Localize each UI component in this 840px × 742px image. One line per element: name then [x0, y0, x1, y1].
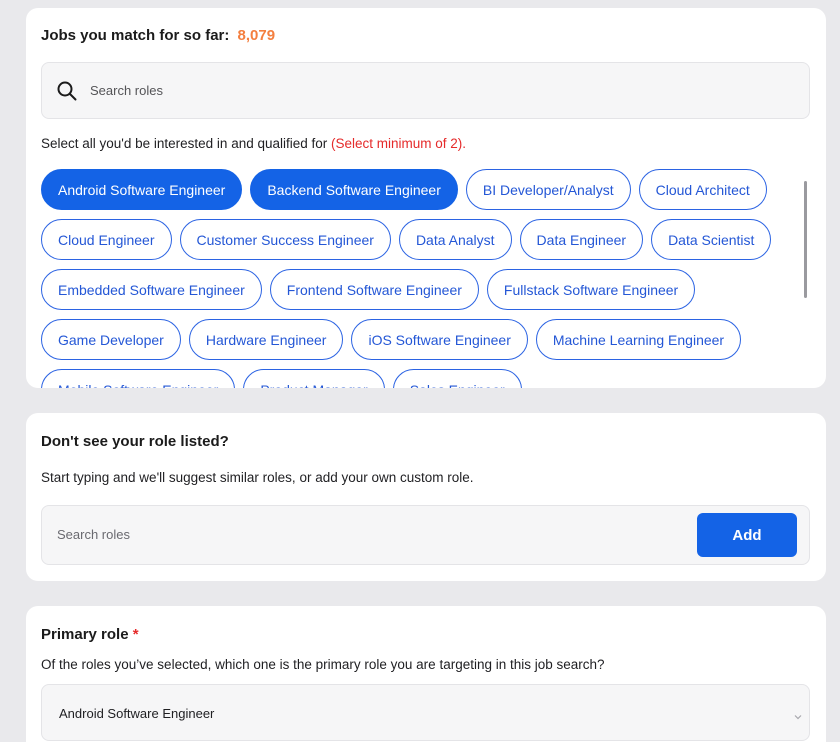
- role-chip[interactable]: Customer Success Engineer: [179, 219, 391, 260]
- selection-instruction: Select all you'd be interested in and qu…: [41, 136, 466, 151]
- required-asterisk: *: [132, 626, 139, 643]
- role-chip[interactable]: Machine Learning Engineer: [535, 319, 742, 360]
- role-chip[interactable]: Game Developer: [41, 319, 181, 360]
- primary-role-card: Primary role * Of the roles you’ve selec…: [26, 606, 826, 742]
- custom-role-description: Start typing and we'll suggest similar r…: [41, 470, 474, 485]
- role-chip[interactable]: Data Analyst: [398, 219, 512, 260]
- role-chip[interactable]: Embedded Software Engineer: [41, 269, 262, 310]
- role-chip[interactable]: Frontend Software Engineer: [269, 269, 479, 310]
- primary-role-value[interactable]: Android Software Engineer: [59, 706, 214, 721]
- primary-role-title: Primary role *: [41, 626, 139, 643]
- primary-role-description: Of the roles you’ve selected, which one …: [41, 657, 605, 672]
- custom-role-field: Search roles Add: [41, 505, 810, 565]
- minimum-note: (Select minimum of 2).: [331, 136, 467, 151]
- role-chip[interactable]: Cloud Engineer: [41, 219, 172, 260]
- role-search-field[interactable]: Search roles: [41, 62, 810, 119]
- role-selection-card: Jobs you match for so far: 8,079 Search …: [26, 8, 826, 388]
- match-count-line: Jobs you match for so far: 8,079: [41, 27, 275, 44]
- custom-role-card: Don't see your role listed? Start typing…: [26, 413, 826, 581]
- instruction-text: Select all you'd be interested in and qu…: [41, 136, 332, 151]
- primary-role-label: Primary role: [41, 626, 129, 643]
- role-chip-list[interactable]: Android Software Engineer Backend Softwar…: [41, 169, 811, 388]
- primary-role-select[interactable]: Android Software Engineer: [41, 684, 810, 741]
- role-chip[interactable]: Sales Engineer: [392, 369, 522, 388]
- role-search-placeholder[interactable]: Search roles: [90, 83, 163, 98]
- chip-list-scrollbar[interactable]: [804, 181, 807, 298]
- role-chip[interactable]: Android Software Engineer: [41, 169, 243, 210]
- match-count-value: 8,079: [237, 27, 276, 44]
- role-chip[interactable]: Mobile Software Engineer: [41, 369, 236, 388]
- role-chip[interactable]: Hardware Engineer: [188, 319, 344, 360]
- role-chip[interactable]: BI Developer/Analyst: [465, 169, 631, 210]
- match-count-label: Jobs you match for so far:: [41, 27, 230, 44]
- custom-role-title: Don't see your role listed?: [41, 433, 229, 450]
- role-chip[interactable]: Data Engineer: [519, 219, 644, 260]
- role-chips: Android Software Engineer Backend Softwar…: [41, 169, 803, 388]
- role-chip[interactable]: iOS Software Engineer: [351, 319, 528, 360]
- search-icon: [56, 80, 78, 102]
- add-role-button[interactable]: Add: [697, 513, 797, 557]
- role-chip[interactable]: Cloud Architect: [638, 169, 767, 210]
- chevron-down-icon[interactable]: [793, 709, 803, 720]
- role-chip[interactable]: Data Scientist: [651, 219, 772, 260]
- role-chip[interactable]: Product Manager: [243, 369, 385, 388]
- role-chip[interactable]: Backend Software Engineer: [250, 169, 458, 210]
- custom-role-input[interactable]: Search roles: [57, 527, 130, 542]
- role-chip[interactable]: Fullstack Software Engineer: [486, 269, 696, 310]
